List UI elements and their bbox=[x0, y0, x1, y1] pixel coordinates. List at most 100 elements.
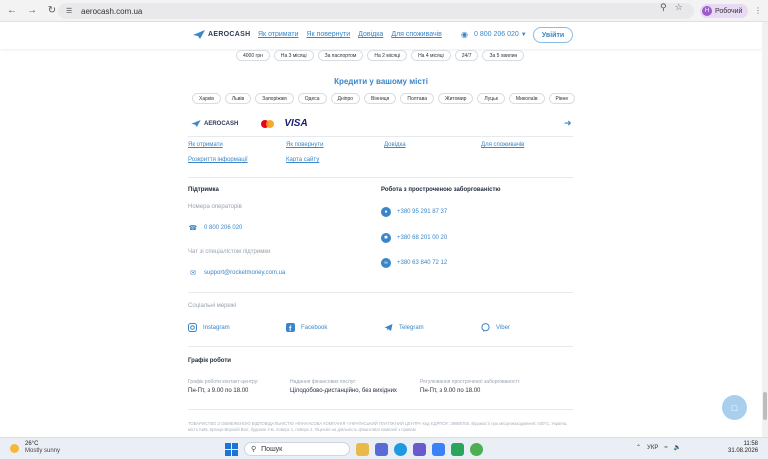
nav-consumers[interactable]: Для споживачів bbox=[391, 31, 442, 38]
profile-button[interactable]: Н Робочий bbox=[700, 4, 748, 18]
chip[interactable]: За 5 хвилин bbox=[482, 50, 525, 61]
chip[interactable]: 4000 грн bbox=[236, 50, 270, 61]
scrollbar-thumb[interactable] bbox=[763, 392, 767, 420]
header-phone[interactable]: ◉ 0 800 206 020 ▼ bbox=[461, 30, 527, 39]
footer-link-how-to-repay[interactable]: Як повернути bbox=[286, 142, 323, 148]
support-phone-link[interactable]: ☎ 0 800 206 020 bbox=[188, 223, 243, 233]
overdue-title: Робота з простроченою заборгованістю bbox=[381, 187, 501, 193]
chip[interactable]: На 3 місяці bbox=[273, 50, 314, 61]
social-instagram[interactable]: Instagram bbox=[188, 323, 230, 332]
city-chip[interactable]: Миколаїв bbox=[508, 93, 545, 104]
chat-bubble-icon: □ bbox=[731, 402, 738, 413]
city-chip[interactable]: Луцьк bbox=[477, 93, 505, 104]
copilot-icon[interactable] bbox=[375, 442, 388, 456]
footer-logo[interactable]: AEROCASH bbox=[191, 120, 238, 127]
footer-link-how-to-get[interactable]: Як отримати bbox=[188, 142, 223, 148]
bookmark-star-icon[interactable]: ☆ bbox=[675, 2, 683, 13]
chat-button[interactable]: □ bbox=[722, 395, 747, 420]
support-email-link[interactable]: ✉ support@rocketmoney.com.ua bbox=[188, 268, 285, 278]
search-icon: ⚲ bbox=[251, 446, 257, 453]
footer-link-help[interactable]: Довідка bbox=[384, 142, 406, 148]
avatar: Н bbox=[702, 6, 712, 16]
lifecell-icon: ∞ bbox=[381, 258, 391, 268]
more-menu-icon[interactable]: ⋮ bbox=[754, 6, 762, 15]
city-chip[interactable]: Полтава bbox=[400, 93, 434, 104]
page-scrollbar[interactable] bbox=[762, 22, 768, 437]
nav-help[interactable]: Довідка bbox=[358, 31, 383, 38]
wifi-icon[interactable]: ≈ bbox=[664, 445, 667, 451]
nav-how-to-repay[interactable]: Як повернути bbox=[306, 31, 350, 38]
legal-text: ТОВАРИСТВО З ОБМЕЖЕНОЮ ВІДПОВІДАЛЬНІСТЮ … bbox=[188, 421, 568, 432]
footer-brand-row: AEROCASH VISA bbox=[191, 118, 308, 129]
language-indicator[interactable]: УКР bbox=[647, 445, 658, 451]
site-logo[interactable]: AEROCASH bbox=[193, 30, 250, 39]
feature-chips: 4000 грн На 3 місяці За паспортом На 2 м… bbox=[236, 50, 525, 61]
zoom-icon[interactable]: ⚲ bbox=[660, 2, 667, 13]
profile-label: Робочий bbox=[715, 7, 743, 15]
taskbar-search[interactable]: ⚲ Пошук bbox=[244, 442, 350, 456]
city-chip[interactable]: Рівне bbox=[548, 93, 576, 104]
operators-label: Номера операторів bbox=[188, 204, 242, 210]
city-chip[interactable]: Харків bbox=[192, 93, 221, 104]
chat-label: Чат зі спеціалістом підтримки bbox=[188, 249, 271, 255]
social-label: Соціальні мережі bbox=[188, 303, 237, 309]
login-icon[interactable]: ➜ bbox=[564, 118, 572, 129]
back-icon[interactable]: ← bbox=[4, 3, 20, 19]
city-chip[interactable]: Запоріжжя bbox=[255, 93, 294, 104]
kyivstar-icon: ● bbox=[381, 207, 391, 217]
footer-link-disclosure[interactable]: Розкриття інформації bbox=[188, 157, 248, 163]
store-icon[interactable] bbox=[432, 442, 445, 456]
file-explorer-icon[interactable] bbox=[356, 442, 369, 456]
overdue-phone-link[interactable]: ● +380 95 291 87 37 bbox=[381, 207, 447, 217]
accessibility-eye-icon[interactable]: ◉ bbox=[461, 30, 468, 39]
main-nav: Як отримати Як повернути Довідка Для спо… bbox=[258, 31, 442, 38]
social-telegram[interactable]: Telegram bbox=[384, 323, 424, 332]
footer-link-sitemap[interactable]: Карта сайту bbox=[286, 157, 319, 163]
url-text: aerocash.com.ua bbox=[81, 6, 143, 16]
chip[interactable]: 24/7 bbox=[454, 50, 479, 61]
schedule-title: Графік роботи bbox=[188, 358, 231, 364]
social-facebook[interactable]: f Facebook bbox=[286, 323, 327, 332]
teams-icon[interactable] bbox=[413, 442, 426, 456]
address-bar[interactable]: ☰ aerocash.com.ua bbox=[58, 3, 694, 19]
chip[interactable]: На 2 місяці bbox=[367, 50, 408, 61]
forward-icon[interactable]: → bbox=[24, 3, 40, 19]
clock[interactable]: 11:58 31.08.2026 bbox=[728, 441, 758, 455]
instagram-icon bbox=[188, 323, 197, 332]
social-viber[interactable]: Viber bbox=[481, 323, 510, 332]
site-info-icon[interactable]: ☰ bbox=[66, 7, 75, 16]
city-chips: Харків Львів Запоріжжя Одеса Дніпро Вінн… bbox=[192, 93, 576, 104]
login-button[interactable]: Увійти bbox=[533, 27, 573, 43]
city-chip[interactable]: Дніпро bbox=[330, 93, 361, 104]
app-icon[interactable] bbox=[451, 442, 464, 456]
overdue-phone-link[interactable]: ∞ +380 63 840 72 12 bbox=[381, 258, 447, 268]
overdue-phone-link[interactable]: ✱ +380 68 201 00 20 bbox=[381, 233, 447, 243]
weather-widget[interactable]: 26°C Mostly sunny bbox=[10, 441, 60, 455]
city-chip[interactable]: Вінниця bbox=[364, 93, 397, 104]
edge-icon[interactable] bbox=[394, 442, 407, 456]
volume-icon[interactable]: 🔈 bbox=[674, 444, 681, 451]
schedule-label: Регулювання простроченої заборгованості: bbox=[420, 379, 521, 385]
chip[interactable]: За паспортом bbox=[317, 50, 364, 61]
visa-logo: VISA bbox=[284, 118, 308, 129]
divider bbox=[188, 177, 573, 178]
weather-text: Mostly sunny bbox=[25, 448, 61, 454]
footer-link-consumers[interactable]: Для споживачів bbox=[481, 142, 524, 148]
telegram-icon bbox=[384, 323, 393, 332]
divider bbox=[188, 136, 573, 137]
windows-start-icon[interactable] bbox=[225, 442, 238, 456]
chrome-icon[interactable] bbox=[470, 442, 483, 456]
site-header: AEROCASH Як отримати Як повернути Довідк… bbox=[0, 22, 762, 49]
city-chip[interactable]: Житомир bbox=[437, 93, 474, 104]
schedule-value: Цілодобово-дистанційно, без вихідних bbox=[290, 388, 397, 394]
chevron-up-icon[interactable]: ⌃ bbox=[636, 444, 641, 451]
taskbar-apps: ⚲ Пошук bbox=[225, 442, 483, 456]
divider bbox=[188, 409, 573, 410]
nav-how-to-get[interactable]: Як отримати bbox=[258, 31, 298, 38]
chip[interactable]: На 4 місяці bbox=[411, 50, 451, 61]
city-chip[interactable]: Львів bbox=[224, 93, 252, 104]
schedule-value: Пн-Пт, з 9.00 по 18.00 bbox=[188, 388, 249, 394]
city-chip[interactable]: Одеса bbox=[297, 93, 327, 104]
phone-icon: ☎ bbox=[188, 225, 198, 232]
mail-icon: ✉ bbox=[190, 270, 196, 277]
